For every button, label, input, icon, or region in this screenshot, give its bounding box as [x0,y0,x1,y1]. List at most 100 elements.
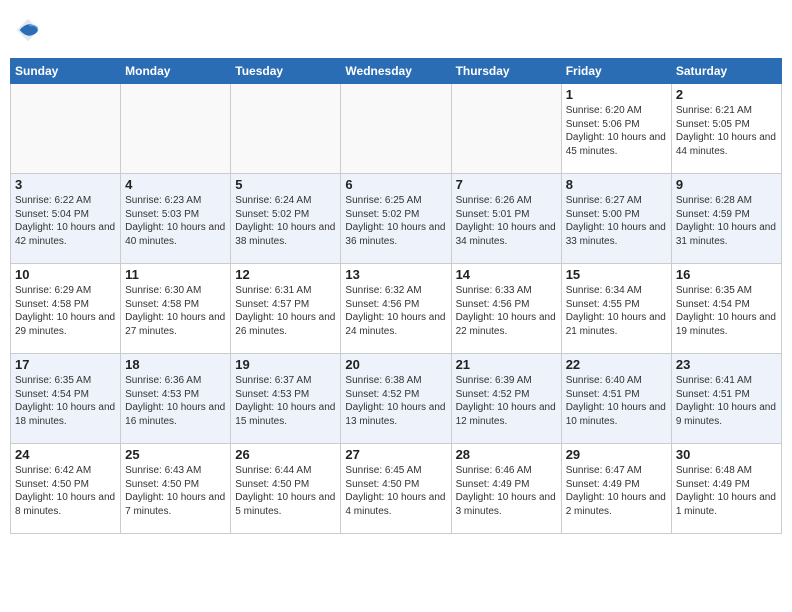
day-number: 10 [15,267,116,282]
day-number: 9 [676,177,777,192]
day-number: 12 [235,267,336,282]
calendar-cell: 19 Sunrise: 6:37 AM Sunset: 4:53 PM Dayli… [231,354,341,444]
day-number: 13 [345,267,446,282]
weekday-header-row: SundayMondayTuesdayWednesdayThursdayFrid… [11,59,782,84]
day-number: 15 [566,267,667,282]
weekday-header-monday: Monday [121,59,231,84]
day-number: 17 [15,357,116,372]
calendar-cell: 8 Sunrise: 6:27 AM Sunset: 5:00 PM Daylig… [561,174,671,264]
weekday-header-tuesday: Tuesday [231,59,341,84]
day-number: 19 [235,357,336,372]
day-number: 6 [345,177,446,192]
day-number: 1 [566,87,667,102]
day-number: 21 [456,357,557,372]
calendar-row-4: 17 Sunrise: 6:35 AM Sunset: 4:54 PM Dayli… [11,354,782,444]
calendar-cell: 30Sunrise: 6:48 AM Sunset: 4:49 PM Dayli… [671,444,781,534]
calendar-cell: 24 Sunrise: 6:42 AM Sunset: 4:50 PM Dayli… [11,444,121,534]
logo-icon [14,16,42,44]
calendar-cell: 17 Sunrise: 6:35 AM Sunset: 4:54 PM Dayli… [11,354,121,444]
calendar-cell: 6 Sunrise: 6:25 AM Sunset: 5:02 PM Daylig… [341,174,451,264]
day-info: Sunrise: 6:31 AM Sunset: 4:57 PM Dayligh… [235,284,336,338]
calendar-cell: 3 Sunrise: 6:22 AM Sunset: 5:04 PM Daylig… [11,174,121,264]
day-info: Sunrise: 6:35 AM Sunset: 4:54 PM Dayligh… [15,374,116,428]
day-info: Sunrise: 6:20 AM Sunset: 5:06 PM Dayligh… [566,104,667,158]
calendar-cell [11,84,121,174]
page-header [10,10,782,50]
calendar-cell [451,84,561,174]
day-info: Sunrise: 6:32 AM Sunset: 4:56 PM Dayligh… [345,284,446,338]
calendar-cell: 13 Sunrise: 6:32 AM Sunset: 4:56 PM Dayli… [341,264,451,354]
calendar-cell: 5Sunrise: 6:24 AM Sunset: 5:02 PM Daylig… [231,174,341,264]
day-number: 25 [125,447,226,462]
day-info: Sunrise: 6:30 AM Sunset: 4:58 PM Dayligh… [125,284,226,338]
day-info: Sunrise: 6:36 AM Sunset: 4:53 PM Dayligh… [125,374,226,428]
day-info: Sunrise: 6:21 AM Sunset: 5:05 PM Dayligh… [676,104,777,158]
calendar-row-2: 3 Sunrise: 6:22 AM Sunset: 5:04 PM Daylig… [11,174,782,264]
day-info: Sunrise: 6:46 AM Sunset: 4:49 PM Dayligh… [456,464,557,518]
day-number: 7 [456,177,557,192]
calendar-row-5: 24 Sunrise: 6:42 AM Sunset: 4:50 PM Dayli… [11,444,782,534]
day-number: 2 [676,87,777,102]
day-info: Sunrise: 6:42 AM Sunset: 4:50 PM Dayligh… [15,464,116,518]
calendar-cell: 15Sunrise: 6:34 AM Sunset: 4:55 PM Dayli… [561,264,671,354]
calendar-cell: 25 Sunrise: 6:43 AM Sunset: 4:50 PM Dayli… [121,444,231,534]
weekday-header-thursday: Thursday [451,59,561,84]
logo [14,16,46,44]
calendar-cell: 12 Sunrise: 6:31 AM Sunset: 4:57 PM Dayli… [231,264,341,354]
calendar-cell: 20 Sunrise: 6:38 AM Sunset: 4:52 PM Dayli… [341,354,451,444]
day-number: 29 [566,447,667,462]
day-number: 26 [235,447,336,462]
day-number: 22 [566,357,667,372]
calendar-cell: 26 Sunrise: 6:44 AM Sunset: 4:50 PM Dayli… [231,444,341,534]
calendar-cell: 4 Sunrise: 6:23 AM Sunset: 5:03 PM Daylig… [121,174,231,264]
day-info: Sunrise: 6:25 AM Sunset: 5:02 PM Dayligh… [345,194,446,248]
day-info: Sunrise: 6:38 AM Sunset: 4:52 PM Dayligh… [345,374,446,428]
calendar-cell: 27Sunrise: 6:45 AM Sunset: 4:50 PM Dayli… [341,444,451,534]
day-info: Sunrise: 6:28 AM Sunset: 4:59 PM Dayligh… [676,194,777,248]
day-info: Sunrise: 6:47 AM Sunset: 4:49 PM Dayligh… [566,464,667,518]
calendar-cell [121,84,231,174]
weekday-header-sunday: Sunday [11,59,121,84]
weekday-header-saturday: Saturday [671,59,781,84]
calendar-cell: 22 Sunrise: 6:40 AM Sunset: 4:51 PM Dayli… [561,354,671,444]
day-number: 18 [125,357,226,372]
day-number: 4 [125,177,226,192]
calendar-cell: 21 Sunrise: 6:39 AM Sunset: 4:52 PM Dayli… [451,354,561,444]
calendar-cell: 9 Sunrise: 6:28 AM Sunset: 4:59 PM Daylig… [671,174,781,264]
calendar-cell: 1 Sunrise: 6:20 AM Sunset: 5:06 PM Daylig… [561,84,671,174]
day-info: Sunrise: 6:22 AM Sunset: 5:04 PM Dayligh… [15,194,116,248]
day-info: Sunrise: 6:27 AM Sunset: 5:00 PM Dayligh… [566,194,667,248]
day-info: Sunrise: 6:45 AM Sunset: 4:50 PM Dayligh… [345,464,446,518]
calendar-row-3: 10 Sunrise: 6:29 AM Sunset: 4:58 PM Dayli… [11,264,782,354]
calendar-cell: 28Sunrise: 6:46 AM Sunset: 4:49 PM Dayli… [451,444,561,534]
calendar-table: SundayMondayTuesdayWednesdayThursdayFrid… [10,58,782,534]
day-info: Sunrise: 6:39 AM Sunset: 4:52 PM Dayligh… [456,374,557,428]
day-info: Sunrise: 6:26 AM Sunset: 5:01 PM Dayligh… [456,194,557,248]
day-number: 3 [15,177,116,192]
day-number: 5 [235,177,336,192]
day-info: Sunrise: 6:48 AM Sunset: 4:49 PM Dayligh… [676,464,777,518]
day-info: Sunrise: 6:33 AM Sunset: 4:56 PM Dayligh… [456,284,557,338]
calendar-cell: 10 Sunrise: 6:29 AM Sunset: 4:58 PM Dayli… [11,264,121,354]
day-info: Sunrise: 6:40 AM Sunset: 4:51 PM Dayligh… [566,374,667,428]
calendar-cell: 7 Sunrise: 6:26 AM Sunset: 5:01 PM Daylig… [451,174,561,264]
weekday-header-wednesday: Wednesday [341,59,451,84]
day-number: 8 [566,177,667,192]
day-info: Sunrise: 6:35 AM Sunset: 4:54 PM Dayligh… [676,284,777,338]
calendar-cell: 11Sunrise: 6:30 AM Sunset: 4:58 PM Dayli… [121,264,231,354]
day-info: Sunrise: 6:41 AM Sunset: 4:51 PM Dayligh… [676,374,777,428]
calendar-cell: 14 Sunrise: 6:33 AM Sunset: 4:56 PM Dayli… [451,264,561,354]
calendar-cell: 23Sunrise: 6:41 AM Sunset: 4:51 PM Dayli… [671,354,781,444]
calendar-cell [341,84,451,174]
day-number: 20 [345,357,446,372]
calendar-row-1: 1 Sunrise: 6:20 AM Sunset: 5:06 PM Daylig… [11,84,782,174]
day-info: Sunrise: 6:29 AM Sunset: 4:58 PM Dayligh… [15,284,116,338]
day-number: 14 [456,267,557,282]
day-info: Sunrise: 6:43 AM Sunset: 4:50 PM Dayligh… [125,464,226,518]
day-number: 24 [15,447,116,462]
day-info: Sunrise: 6:44 AM Sunset: 4:50 PM Dayligh… [235,464,336,518]
calendar-cell: 29 Sunrise: 6:47 AM Sunset: 4:49 PM Dayli… [561,444,671,534]
day-info: Sunrise: 6:23 AM Sunset: 5:03 PM Dayligh… [125,194,226,248]
calendar-cell: 2 Sunrise: 6:21 AM Sunset: 5:05 PM Daylig… [671,84,781,174]
day-info: Sunrise: 6:37 AM Sunset: 4:53 PM Dayligh… [235,374,336,428]
